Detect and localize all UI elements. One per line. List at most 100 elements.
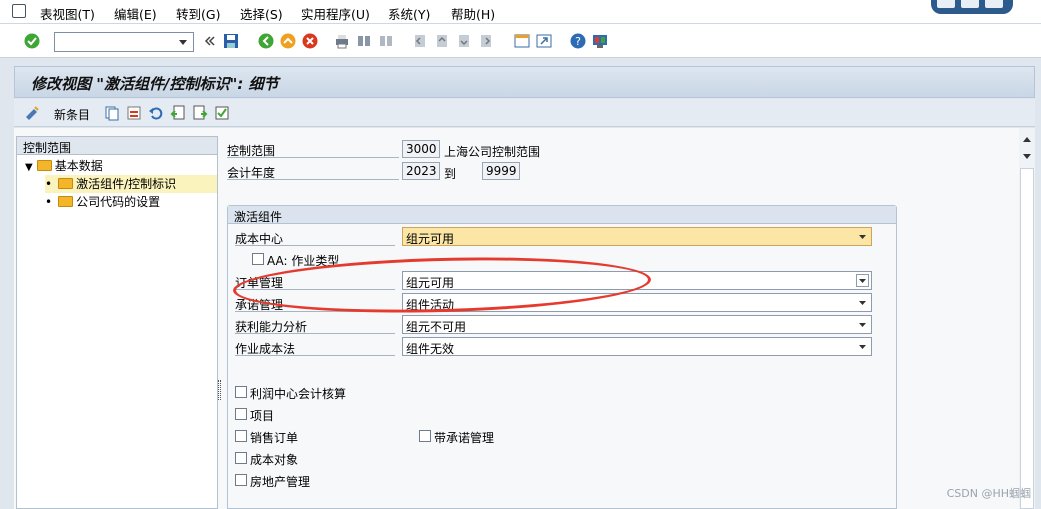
cost-center-select[interactable]: 组元可用	[402, 227, 872, 246]
profitability-analysis-select[interactable]: 组元不可用	[402, 315, 872, 334]
select-all-icon[interactable]	[214, 105, 230, 121]
window-controls	[931, 0, 1013, 14]
expand-triangle-icon[interactable]: ▼	[25, 162, 33, 173]
enter-check-icon[interactable]	[24, 33, 40, 49]
folder-icon	[36, 160, 52, 171]
select-value: 组件无效	[406, 342, 455, 356]
with-commitment-label: 带承诺管理	[434, 431, 495, 445]
profit-center-label: 利润中心会计核算	[250, 387, 347, 401]
close-window-icon[interactable]	[985, 0, 1003, 8]
sales-orders-checkbox[interactable]	[235, 430, 247, 442]
real-estate-label: 房地产管理	[250, 475, 311, 489]
dropdown-arrow-icon[interactable]	[856, 318, 869, 331]
activity-based-costing-label: 作业成本法	[235, 338, 395, 356]
activate-components-group: 激活组件	[227, 205, 897, 509]
menu-edit[interactable]: 编辑(E)	[114, 4, 157, 23]
bullet-icon: •	[45, 177, 53, 191]
scroll-up-icon[interactable]	[1021, 134, 1033, 144]
controlling-area-value: 3000	[402, 140, 440, 158]
bullet-icon: •	[45, 195, 53, 209]
first-page-icon[interactable]	[412, 33, 428, 49]
projects-checkbox[interactable]	[235, 408, 247, 420]
folder-icon	[58, 196, 74, 207]
cancel-icon[interactable]	[302, 33, 318, 49]
activity-based-costing-select[interactable]: 组件无效	[402, 337, 872, 356]
application-toolbar: 新条目	[14, 99, 1035, 127]
tree-node-label: 公司代码的设置	[76, 195, 161, 209]
scroll-down-icon[interactable]	[1021, 152, 1033, 162]
menu-utilities[interactable]: 实用程序(U)	[301, 4, 370, 23]
svg-text:?: ?	[575, 35, 581, 48]
fiscal-year-to-label: 到	[444, 167, 457, 181]
command-field[interactable]	[54, 32, 194, 52]
fiscal-year-from-value: 2023	[402, 162, 440, 180]
dropdown-arrow-icon[interactable]	[856, 274, 869, 287]
with-commitment-checkbox[interactable]	[419, 430, 431, 442]
previous-page-icon[interactable]	[434, 33, 450, 49]
select-value: 组元可用	[406, 232, 455, 246]
tree-node-company-code-settings[interactable]: • 公司代码的设置	[45, 193, 160, 211]
fiscal-year-to-value: 9999	[482, 162, 520, 180]
delete-icon[interactable]	[126, 105, 142, 121]
controlling-area-label: 控制范围	[227, 140, 399, 158]
scroll-thumb[interactable]	[1020, 168, 1034, 509]
profitability-analysis-label: 获利能力分析	[235, 316, 395, 334]
find-icon[interactable]	[356, 33, 372, 49]
next-page-icon[interactable]	[456, 33, 472, 49]
vertical-scrollbar[interactable]	[1019, 128, 1035, 509]
menu-goto[interactable]: 转到(G)	[176, 4, 220, 23]
maximize-icon[interactable]	[961, 0, 979, 8]
real-estate-checkbox[interactable]	[235, 474, 247, 486]
page-title: 修改视图 "激活组件/控制标识": 细节	[31, 75, 279, 93]
folder-open-icon	[58, 178, 74, 189]
tree-header: 控制范围	[17, 137, 217, 155]
tree-node-label: 激活组件/控制标识	[76, 177, 177, 191]
collapse-left-icon[interactable]	[202, 33, 218, 49]
previous-entry-icon[interactable]	[170, 105, 186, 121]
cost-center-label: 成本中心	[235, 228, 395, 246]
activity-type-checkbox[interactable]	[252, 253, 264, 265]
fiscal-year-label: 会计年度	[227, 162, 399, 180]
tree-node-activate-components[interactable]: • 激活组件/控制标识	[45, 175, 217, 193]
minimize-icon[interactable]	[937, 0, 955, 8]
dropdown-arrow-icon[interactable]	[856, 340, 869, 353]
dropdown-arrow-icon[interactable]	[856, 296, 869, 309]
tree-node-basic-data[interactable]: ▼ 基本数据	[25, 157, 103, 175]
dropdown-arrow-icon[interactable]	[856, 230, 869, 243]
group-title: 激活组件	[228, 206, 896, 224]
find-next-icon[interactable]	[378, 33, 394, 49]
exit-icon[interactable]	[280, 33, 296, 49]
cost-objects-checkbox[interactable]	[235, 452, 247, 464]
screen-title-bar: 修改视图 "激活组件/控制标识": 细节	[14, 66, 1035, 98]
customize-layout-icon[interactable]	[592, 33, 608, 49]
menu-selection[interactable]: 选择(S)	[240, 4, 283, 23]
new-session-icon[interactable]	[514, 33, 530, 49]
profit-center-checkbox[interactable]	[235, 386, 247, 398]
system-menu-icon[interactable]	[12, 4, 26, 18]
menu-bar: 表视图(T) 编辑(E) 转到(G) 选择(S) 实用程序(U) 系统(Y) 帮…	[0, 0, 1041, 24]
last-page-icon[interactable]	[478, 33, 494, 49]
controlling-area-description: 上海公司控制范围	[444, 145, 541, 159]
watermark: CSDN @HH蝈蝈	[946, 487, 1031, 500]
system-toolbar: ?	[0, 24, 1041, 58]
select-value: 组元不可用	[406, 320, 467, 334]
undo-change-icon[interactable]	[148, 105, 164, 121]
sales-orders-label: 销售订单	[250, 431, 299, 445]
menu-system[interactable]: 系统(Y)	[388, 4, 430, 23]
new-entries-button[interactable]: 新条目	[54, 106, 90, 123]
copy-as-icon[interactable]	[104, 105, 120, 121]
back-icon[interactable]	[258, 33, 274, 49]
chevron-down-icon[interactable]	[175, 34, 191, 50]
projects-label: 项目	[250, 409, 275, 423]
dialog-structure-tree: 控制范围 ▼ 基本数据 • 激活组件/控制标识 • 公司代码的设置	[16, 136, 218, 509]
menu-table-view[interactable]: 表视图(T)	[40, 4, 95, 23]
tree-node-label: 基本数据	[54, 159, 103, 173]
splitter-handle[interactable]	[218, 380, 221, 400]
help-icon[interactable]: ?	[570, 33, 586, 49]
save-icon[interactable]	[223, 33, 239, 49]
print-icon[interactable]	[334, 33, 350, 49]
next-entry-icon[interactable]	[192, 105, 208, 121]
shortcut-icon[interactable]	[536, 33, 552, 49]
menu-help[interactable]: 帮助(H)	[451, 4, 495, 23]
display-change-icon[interactable]	[24, 105, 40, 121]
